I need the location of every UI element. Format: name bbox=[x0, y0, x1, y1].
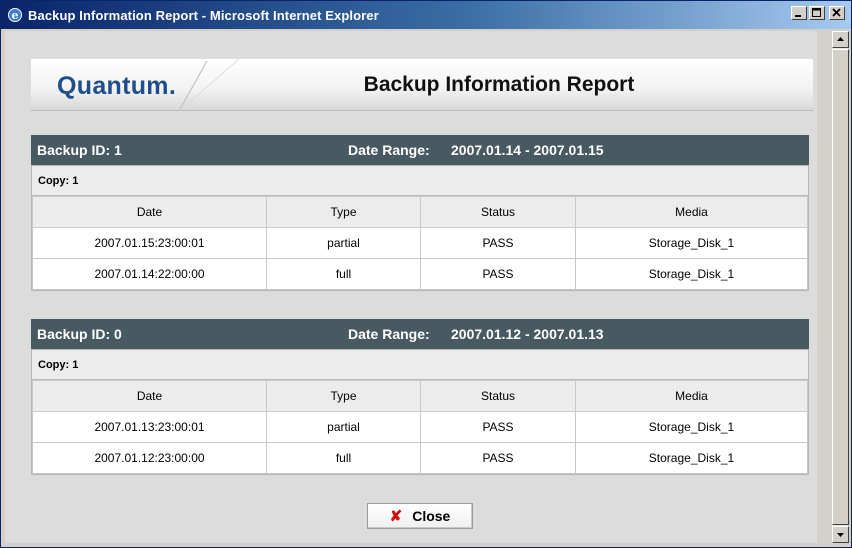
date-range-label: Date Range: bbox=[348, 142, 430, 158]
arrow-up-icon bbox=[837, 37, 844, 41]
table-row: 2007.01.12:23:00:00 full PASS Storage_Di… bbox=[32, 442, 808, 474]
cell-type: partial bbox=[266, 227, 421, 259]
date-range-value: 2007.01.12 - 2007.01.13 bbox=[451, 326, 604, 342]
logo-divider bbox=[179, 59, 239, 111]
cell-date: 2007.01.14:22:00:00 bbox=[32, 258, 267, 290]
backup-id: Backup ID: 0 bbox=[37, 326, 122, 342]
cell-media: Storage_Disk_1 bbox=[575, 258, 808, 290]
column-header-status: Status bbox=[420, 380, 576, 412]
cell-status: PASS bbox=[420, 411, 576, 443]
minimize-icon[interactable] bbox=[791, 6, 807, 20]
cell-media: Storage_Disk_1 bbox=[575, 227, 808, 259]
backup-table: Date Type Status Media 2007.01.15:23:00:… bbox=[32, 196, 808, 290]
vertical-scrollbar[interactable] bbox=[831, 31, 849, 543]
backup-section: Backup ID: 0 Date Range: 2007.01.12 - 20… bbox=[31, 319, 809, 475]
backup-section: Backup ID: 1 Date Range: 2007.01.14 - 20… bbox=[31, 135, 809, 291]
window-title: Backup Information Report - Microsoft In… bbox=[28, 7, 379, 23]
scroll-up-button[interactable] bbox=[832, 31, 849, 48]
cell-type: full bbox=[266, 442, 421, 474]
ie-icon: e bbox=[8, 8, 22, 22]
report-header: Quantum. Backup Information Report bbox=[31, 59, 813, 111]
close-button[interactable]: ✘ Close bbox=[367, 503, 473, 529]
copy-label: Copy: 1 bbox=[32, 166, 808, 196]
table-header-row: Date Type Status Media bbox=[32, 380, 808, 412]
column-header-media: Media bbox=[575, 196, 808, 228]
table-row: 2007.01.13:23:00:01 partial PASS Storage… bbox=[32, 411, 808, 443]
backup-section-header: Backup ID: 0 Date Range: 2007.01.12 - 20… bbox=[31, 319, 809, 349]
column-header-type: Type bbox=[266, 380, 421, 412]
arrow-down-icon bbox=[837, 533, 844, 537]
table-header-row: Date Type Status Media bbox=[32, 196, 808, 228]
table-row: 2007.01.14:22:00:00 full PASS Storage_Di… bbox=[32, 258, 808, 290]
column-header-date: Date bbox=[32, 196, 267, 228]
cell-date: 2007.01.15:23:00:01 bbox=[32, 227, 267, 259]
backup-id: Backup ID: 1 bbox=[37, 142, 122, 158]
quantum-logo: Quantum. bbox=[57, 72, 177, 100]
report-title: Backup Information Report bbox=[363, 73, 635, 96]
window-controls bbox=[791, 6, 845, 20]
cell-date: 2007.01.12:23:00:00 bbox=[32, 442, 267, 474]
scroll-thumb[interactable] bbox=[832, 49, 849, 525]
column-header-date: Date bbox=[32, 380, 267, 412]
cell-media: Storage_Disk_1 bbox=[575, 442, 808, 474]
cell-media: Storage_Disk_1 bbox=[575, 411, 808, 443]
date-range-value: 2007.01.14 - 2007.01.15 bbox=[451, 142, 604, 158]
column-header-type: Type bbox=[266, 196, 421, 228]
close-icon[interactable] bbox=[829, 6, 845, 20]
cell-status: PASS bbox=[420, 227, 576, 259]
x-icon: ✘ bbox=[389, 508, 403, 525]
backup-section-header: Backup ID: 1 Date Range: 2007.01.14 - 20… bbox=[31, 135, 809, 165]
backup-table: Date Type Status Media 2007.01.13:23:00:… bbox=[32, 380, 808, 474]
copy-box: Copy: 1 Date Type Status Media 2007.01.1… bbox=[31, 165, 809, 291]
column-header-media: Media bbox=[575, 380, 808, 412]
browser-window: e Backup Information Report - Microsoft … bbox=[0, 0, 852, 548]
copy-box: Copy: 1 Date Type Status Media 2007.01.1… bbox=[31, 349, 809, 475]
cell-type: partial bbox=[266, 411, 421, 443]
cell-date: 2007.01.13:23:00:01 bbox=[32, 411, 267, 443]
title-bar[interactable]: e Backup Information Report - Microsoft … bbox=[1, 1, 851, 29]
cell-status: PASS bbox=[420, 258, 576, 290]
copy-label: Copy: 1 bbox=[32, 350, 808, 380]
date-range-label: Date Range: bbox=[348, 326, 430, 342]
column-header-status: Status bbox=[420, 196, 576, 228]
scroll-down-button[interactable] bbox=[832, 526, 849, 543]
table-row: 2007.01.15:23:00:01 partial PASS Storage… bbox=[32, 227, 808, 259]
page-content: Quantum. Backup Information Report Backu… bbox=[5, 31, 817, 543]
maximize-icon[interactable] bbox=[809, 6, 825, 20]
close-button-label: Close bbox=[412, 508, 451, 524]
cell-status: PASS bbox=[420, 442, 576, 474]
cell-type: full bbox=[266, 258, 421, 290]
svg-text:e: e bbox=[12, 9, 19, 22]
